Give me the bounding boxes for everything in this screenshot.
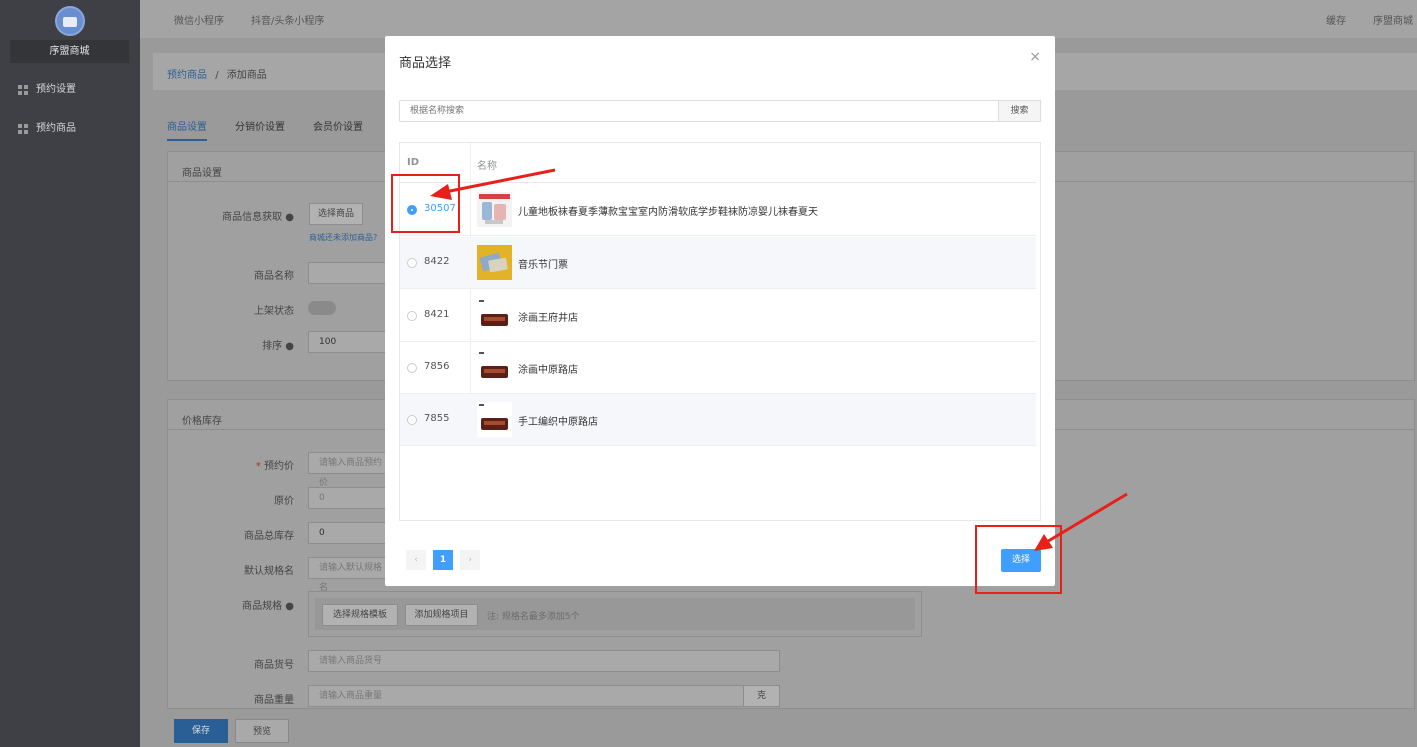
tab-member-price[interactable]: 会员价设置 [313,118,363,141]
add-goods-hint[interactable]: 商城还未添加商品? [309,232,377,243]
cache-link[interactable]: 缓存 [1326,12,1346,27]
next-page-button[interactable]: › [460,550,480,570]
book-price-label: * 预约价 [164,457,294,472]
search-button[interactable]: 搜索 [998,100,1041,122]
product-thumbnail [477,245,512,280]
sort-label: 排序 ● [164,337,294,352]
shop-link[interactable]: 序盟商城 [1373,12,1413,27]
spec-name-input[interactable]: 请输入默认规格名 [308,557,388,593]
shop-name[interactable]: 序盟商城 [10,40,129,63]
goods-name-input[interactable] [308,262,388,284]
column-id: ID [407,157,420,168]
breadcrumb-separator: / [215,70,219,81]
weight-unit: 克 [743,685,780,707]
top-bar [140,0,1417,38]
status-toggle[interactable] [308,301,336,315]
grid-icon [18,85,28,95]
annotation-box-row [391,174,460,233]
goods-select-dialog: 商品选择 × 搜索 ID 名称 30507 儿童地板袜春夏季薄款宝宝室内防滑软底… [385,36,1055,586]
sort-input[interactable]: 100 [308,331,388,353]
spec-label: 商品规格 ● [164,597,294,612]
product-thumbnail [477,192,512,227]
sidebar-item-booking-settings[interactable]: 预约设置 [18,80,76,100]
grid-icon [18,124,28,134]
info-icon: ● [285,341,294,352]
stock-input[interactable]: 0 [308,522,388,544]
breadcrumb-current: 添加商品 [226,70,267,81]
row-id: 7856 [424,361,450,372]
shop-logo [55,6,85,36]
row-id: 8421 [424,309,450,320]
stock-label: 商品总库存 [244,531,294,542]
column-name: 名称 [477,161,497,172]
preview-button[interactable]: 预览 [235,719,289,743]
name-label: 商品名称 [254,271,294,282]
dialog-title: 商品选择 [399,56,452,71]
sidebar-item-booking-goods[interactable]: 预约商品 [18,119,76,139]
row-name: 音乐节门票 [518,260,568,271]
spec-note: 注: 规格名最多添加5个 [487,612,580,622]
weight-input[interactable]: 请输入商品重量 [308,685,744,707]
info-label: 商品信息获取 ● [164,208,294,223]
sort-label-text: 排序 [262,341,283,352]
book-price-label-text: 预约价 [264,461,294,472]
select-goods-button[interactable]: 选择商品 [309,203,363,225]
table-row[interactable]: 30507 儿童地板袜春夏季薄款宝宝室内防滑软底学步鞋袜防凉婴儿袜春夏天 [400,184,1036,236]
sidebar: 序盟商城 预约设置 预约商品 [0,0,140,747]
radio-unselected[interactable] [407,311,417,321]
spec-template-button[interactable]: 选择规格模板 [322,604,398,626]
prev-page-button[interactable]: ‹ [406,550,426,570]
info-icon: ● [285,601,294,612]
row-id: 8422 [424,256,450,267]
settings-tabs: 商品设置 分销价设置 会员价设置 [167,118,363,141]
sidebar-item-label: 预约商品 [36,123,76,134]
sidebar-item-label: 预约设置 [36,84,76,95]
breadcrumb-parent[interactable]: 预约商品 [167,70,207,81]
tab-goods-settings[interactable]: 商品设置 [167,118,207,141]
product-thumbnail [477,402,512,437]
original-price-label: 原价 [274,496,294,507]
info-label-text: 商品信息获取 [222,212,283,223]
close-icon[interactable]: × [1029,49,1041,65]
product-thumbnail [477,350,512,385]
table-row[interactable]: 7856 涂画中原路店 [400,342,1036,394]
radio-unselected[interactable] [407,363,417,373]
spec-name-label: 默认规格名 [244,566,294,577]
goods-table: ID 名称 30507 儿童地板袜春夏季薄款宝宝室内防滑软底学步鞋袜防凉婴儿袜春… [399,142,1041,521]
code-label: 商品货号 [254,660,294,671]
row-name: 涂画中原路店 [518,365,578,376]
table-row[interactable]: 7855 手工编织中原路店 [400,394,1036,446]
table-row[interactable]: 8422 音乐节门票 [400,237,1036,289]
weight-label: 商品重量 [254,695,294,706]
spec-box [308,591,922,637]
required-mark: * [255,461,261,472]
spec-add-button[interactable]: 添加规格项目 [405,604,478,626]
page-number[interactable]: 1 [433,550,453,570]
info-icon: ● [285,212,294,223]
search-input[interactable] [399,100,999,122]
radio-unselected[interactable] [407,258,417,268]
spec-label-text: 商品规格 [242,601,283,612]
annotation-box-button [975,525,1062,594]
tab-douyin-miniapp[interactable]: 抖音/头条小程序 [251,12,324,27]
row-name: 涂画王府井店 [518,313,578,324]
breadcrumb: 预约商品 / 添加商品 [167,66,267,81]
product-thumbnail [477,298,512,333]
book-price-input[interactable]: 请输入商品预约价 [308,452,388,488]
table-row[interactable]: 8421 涂画王府井店 [400,290,1036,342]
tab-distribution-price[interactable]: 分销价设置 [235,118,285,141]
pagination: ‹ 1 › [406,550,480,570]
row-name: 儿童地板袜春夏季薄款宝宝室内防滑软底学步鞋袜防凉婴儿袜春夏天 [518,207,818,218]
status-label: 上架状态 [254,306,294,317]
tab-wechat-miniapp[interactable]: 微信小程序 [174,12,224,27]
code-input[interactable]: 请输入商品货号 [308,650,780,672]
row-name: 手工编织中原路店 [518,417,598,428]
original-price-input[interactable]: 0 [308,487,388,509]
radio-unselected[interactable] [407,415,417,425]
row-id: 7855 [424,413,450,424]
save-button[interactable]: 保存 [174,719,228,743]
table-header: ID 名称 [400,143,1036,183]
